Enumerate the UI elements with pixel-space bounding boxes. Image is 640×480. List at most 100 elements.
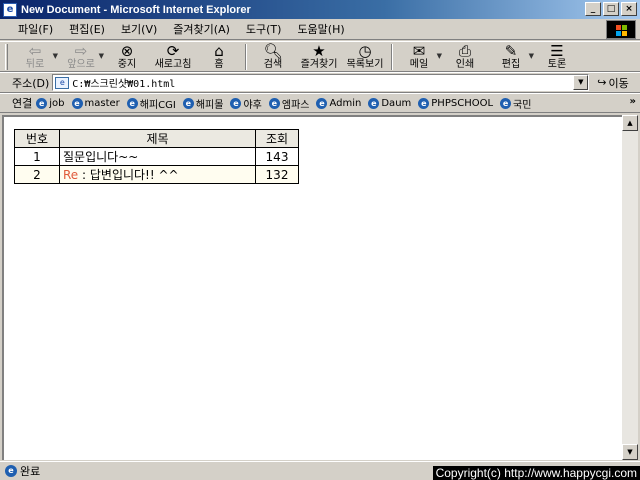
menu-bar: 파일(F) 편집(E) 보기(V) 즐겨찾기(A) 도구(T) 도움말(H)	[0, 19, 640, 40]
stop-label: 중지	[117, 59, 137, 70]
standard-toolbar: ⇦ 뒤로 ▼ ⇨ 앞으로 ▼ ⊗ 중지 ⟳ 새로고침 ⌂ 홈 🔍︎ 검색 ★ 즐…	[0, 41, 640, 72]
status-text: 완료	[20, 465, 41, 478]
favorites-button[interactable]: ★ 즐겨찾기	[296, 42, 342, 72]
address-bar: 주소(D) e C:₩스크린샷₩01.html ▼ ↪ 이동	[0, 72, 640, 93]
ie-link-icon: e	[268, 97, 280, 109]
home-button[interactable]: ⌂ 홈	[196, 42, 242, 72]
home-label: 홈	[214, 59, 224, 70]
search-icon: 🔍︎	[263, 42, 283, 60]
back-label: 뒤로	[25, 59, 45, 70]
status-bar: e 완료 Copyright(c) http://www.happycgi.co…	[0, 461, 640, 480]
refresh-button[interactable]: ⟳ 새로고침	[150, 42, 196, 72]
print-button[interactable]: ⎙ 인쇄	[442, 42, 488, 72]
ie-link-icon: e	[36, 97, 48, 109]
link-empas[interactable]: e 엠파스	[268, 96, 310, 111]
search-button[interactable]: 🔍︎ 검색	[250, 42, 296, 72]
stop-icon: ⊗	[120, 42, 134, 60]
ie-link-icon: e	[418, 97, 430, 109]
page-content: 번호 제목 조회 1 질문입니다~~ 143 2 Re : 답변입니다!! ^^…	[2, 115, 622, 460]
toolbar-separator	[391, 44, 393, 70]
ie-link-icon: e	[230, 97, 242, 109]
forward-button[interactable]: ⇨ 앞으로 ▼	[58, 42, 104, 72]
table-header-row: 번호 제목 조회	[14, 129, 299, 148]
title-bar: e New Document - Microsoft Internet Expl…	[0, 0, 640, 19]
ie-link-icon: e	[500, 97, 512, 109]
go-label: 이동	[608, 76, 629, 90]
row-num: 1	[14, 147, 60, 166]
link-text: 야후	[243, 99, 262, 111]
link-text: Admin	[329, 97, 362, 109]
scroll-up-icon[interactable]: ▲	[622, 115, 638, 131]
scroll-down-icon[interactable]: ▼	[622, 444, 638, 460]
back-button[interactable]: ⇦ 뒤로 ▼	[12, 42, 58, 72]
reply-prefix: Re	[63, 168, 79, 182]
ie-link-icon: e	[126, 97, 138, 109]
go-button[interactable]: ↪ 이동	[597, 75, 628, 91]
link-happymall[interactable]: e 해피몰	[182, 96, 223, 111]
mail-button[interactable]: ✉ 메일 ▼	[396, 42, 442, 72]
minimize-button[interactable]: _	[585, 2, 601, 16]
stop-button[interactable]: ⊗ 중지	[104, 42, 150, 72]
link-yahoo[interactable]: e 야후	[230, 96, 262, 111]
discuss-button[interactable]: ☰ 토론	[534, 42, 580, 72]
row-title: : 답변입니다!! ^^	[78, 168, 179, 182]
link-text: 국민	[513, 99, 532, 111]
link-phpschool[interactable]: e PHPSCHOOL	[418, 97, 494, 109]
link-kookmin[interactable]: e 국민	[500, 96, 531, 111]
menu-favorites[interactable]: 즐겨찾기(A)	[165, 21, 238, 37]
link-text: 해피CGI	[139, 99, 176, 111]
toolbar-separator	[245, 44, 247, 70]
address-dropdown-icon[interactable]: ▼	[573, 75, 589, 90]
mail-icon: ✉	[412, 42, 426, 60]
menu-help[interactable]: 도움말(H)	[289, 21, 352, 37]
address-label: 주소(D)	[12, 76, 50, 90]
header-title: 제목	[59, 129, 256, 148]
links-label: 연결	[12, 97, 33, 110]
row-views: 143	[255, 147, 299, 166]
link-happycgi[interactable]: e 해피CGI	[126, 96, 176, 111]
copyright-watermark: Copyright(c) http://www.happycgi.com	[432, 466, 640, 480]
address-input[interactable]: e C:₩스크린샷₩01.html ▼	[52, 74, 590, 91]
edit-button[interactable]: ✎ 편집 ▼	[488, 42, 534, 72]
row-views: 132	[255, 165, 299, 184]
maximize-button[interactable]: □	[603, 2, 619, 16]
close-button[interactable]: ×	[621, 2, 637, 16]
link-master[interactable]: e master	[71, 97, 120, 109]
menu-tools[interactable]: 도구(T)	[238, 21, 290, 37]
discuss-icon: ☰	[550, 42, 564, 60]
back-arrow-icon: ⇦	[28, 42, 42, 60]
row-num: 2	[14, 165, 60, 184]
favorites-label: 즐겨찾기	[300, 59, 338, 70]
menu-view[interactable]: 보기(V)	[113, 21, 165, 37]
toolbar-grip[interactable]	[5, 44, 8, 70]
mail-label: 메일	[409, 59, 429, 70]
favorites-folder-icon: ★	[312, 42, 326, 60]
row-title: 질문입니다~~	[63, 150, 139, 164]
vertical-scrollbar[interactable]: ▲ ▼	[622, 115, 638, 460]
links-more-chevron-icon[interactable]: »	[630, 96, 636, 107]
refresh-label: 새로고침	[154, 59, 192, 70]
ie-page-icon: e	[3, 2, 17, 17]
menu-file[interactable]: 파일(F)	[10, 21, 61, 37]
history-button[interactable]: ◷ 목록보기	[342, 42, 388, 72]
menu-edit[interactable]: 편집(E)	[61, 21, 113, 37]
forward-arrow-icon: ⇨	[74, 42, 88, 60]
link-text: job	[49, 97, 65, 109]
link-text: 엠파스	[281, 99, 310, 111]
row-title-link[interactable]: Re : 답변입니다!! ^^	[59, 165, 256, 184]
print-label: 인쇄	[455, 59, 475, 70]
row-title-link[interactable]: 질문입니다~~	[59, 147, 256, 166]
ie-link-icon: e	[71, 97, 83, 109]
history-label: 목록보기	[346, 59, 384, 70]
link-admin[interactable]: e Admin	[316, 97, 362, 109]
edit-icon: ✎	[504, 42, 518, 60]
board-table: 번호 제목 조회 1 질문입니다~~ 143 2 Re : 답변입니다!! ^^…	[14, 129, 299, 184]
link-daum[interactable]: e Daum	[368, 97, 411, 109]
table-row: 1 질문입니다~~ 143	[14, 147, 299, 166]
refresh-icon: ⟳	[166, 42, 180, 60]
windows-logo-icon	[606, 20, 636, 39]
discuss-label: 토론	[547, 59, 567, 70]
link-job[interactable]: e job	[36, 97, 65, 109]
address-value[interactable]: C:₩스크린샷₩01.html	[72, 75, 175, 90]
link-text: PHPSCHOOL	[431, 97, 494, 109]
